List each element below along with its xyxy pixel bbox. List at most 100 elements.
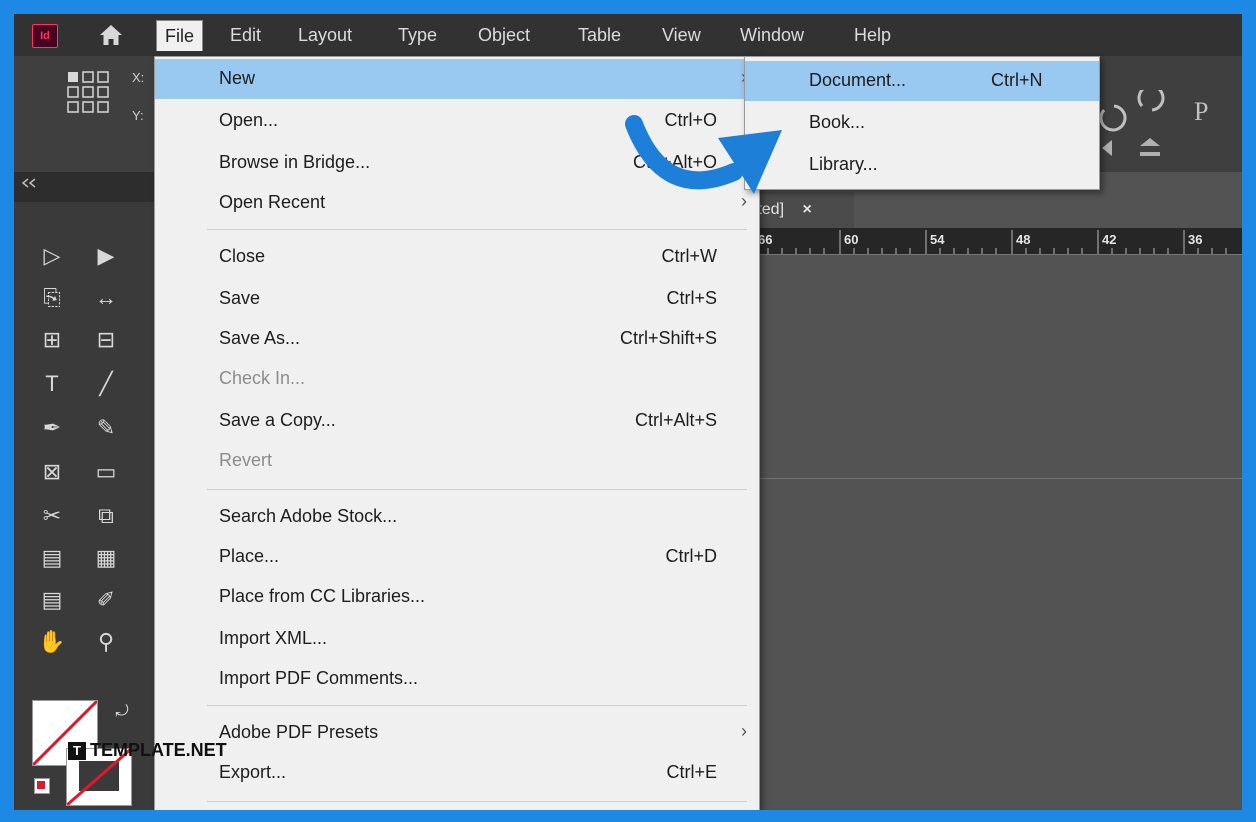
menu-item-shortcut: Ctrl+W [661, 246, 718, 266]
ruler-tick-label: 36 [1188, 232, 1203, 247]
menu-item-label: Export... [219, 762, 287, 782]
menu-item-place[interactable]: Place... Ctrl+D [155, 537, 759, 577]
menu-separator [207, 705, 747, 706]
menu-separator [207, 801, 747, 802]
menu-item-label: Open Recent [219, 192, 326, 212]
gap-tool-icon[interactable]: ↔ [90, 282, 122, 314]
page-tool-icon[interactable]: ⎘ [36, 282, 68, 314]
menu-item-check-in: Check In... [155, 359, 759, 399]
x-label: X: [132, 70, 145, 85]
rectangle-tool-icon[interactable]: ▭ [90, 456, 122, 488]
menu-item-shortcut: Ctrl+D [665, 546, 717, 566]
content-placer-icon[interactable]: ⊟ [90, 324, 122, 356]
menu-separator [207, 229, 747, 230]
menu-item-close[interactable]: Close Ctrl+W [155, 237, 759, 277]
submenu-arrow-icon: › [741, 721, 747, 741]
menu-object[interactable]: Object [470, 20, 538, 50]
watermark: T TEMPLATE.NET [68, 740, 227, 768]
scissors-tool-icon[interactable]: ✂ [36, 500, 68, 532]
reference-point-icon[interactable] [66, 70, 110, 114]
ruler-tick-label: 42 [1102, 232, 1117, 247]
submenu-item-label: Document... [809, 70, 907, 90]
submenu-item-label: Book... [809, 112, 866, 132]
menu-window[interactable]: Window [732, 20, 812, 50]
menu-item-label: Place from CC Libraries... [219, 586, 426, 606]
menu-item-label: Close [219, 246, 266, 266]
menu-item-save-as[interactable]: Save As... Ctrl+Shift+S [155, 319, 759, 359]
menu-item-label: Save [219, 288, 261, 308]
ruler-ticks [753, 230, 1227, 254]
menu-item-import-pdf-comments[interactable]: Import PDF Comments... [155, 659, 759, 699]
submenu-item-label: Library... [809, 154, 878, 174]
content-collector-icon[interactable]: ⊞ [36, 324, 68, 356]
menu-file[interactable]: File [156, 20, 204, 51]
zoom-tool-icon[interactable]: ⚲ [90, 626, 122, 658]
menu-item-place-from-cc-libraries[interactable]: Place from CC Libraries... [155, 577, 759, 617]
menu-item-label: Save a Copy... [219, 410, 336, 430]
svg-text:P: P [1194, 97, 1208, 126]
menu-item-label: Check In... [219, 368, 306, 388]
menu-item-label: Open... [219, 110, 279, 130]
menu-item-shortcut: Ctrl+S [666, 288, 717, 308]
menu-item-label: Browse in Bridge... [219, 152, 371, 172]
direct-selection-tool-icon[interactable]: ▶ [90, 240, 122, 272]
menu-item-label: Search Adobe Stock... [219, 506, 398, 526]
menu-view[interactable]: View [654, 20, 709, 50]
type-tool-icon[interactable]: T [36, 368, 68, 400]
submenu-item-shortcut: Ctrl+N [991, 70, 1043, 90]
tools-panel-header [14, 172, 154, 202]
indesign-logo: Id [32, 24, 58, 48]
default-colors-icon[interactable] [34, 778, 50, 794]
swap-colors-icon[interactable]: ⤾ [106, 696, 138, 728]
submenu-item-document[interactable]: Document... Ctrl+N [745, 61, 1099, 101]
menu-edit[interactable]: Edit [222, 20, 269, 50]
watermark-text: TEMPLATE.NET [90, 740, 227, 760]
home-icon[interactable] [98, 22, 124, 48]
hand-tool-icon[interactable]: ✋ [36, 626, 68, 658]
menu-item-new[interactable]: New › [155, 59, 759, 99]
menu-type[interactable]: Type [390, 20, 445, 50]
watermark-logo: T [68, 742, 86, 761]
menu-bar: Id File Edit Layout Type Object Table Vi… [14, 14, 1242, 56]
selection-tool-icon[interactable]: ▷ [36, 240, 68, 272]
pencil-tool-icon[interactable]: ✎ [90, 412, 122, 444]
curved-arrow-icon [625, 115, 782, 194]
menu-item-shortcut: Ctrl+E [666, 762, 717, 782]
line-tool-icon[interactable]: ╱ [90, 368, 122, 400]
menu-item-label: Place... [219, 546, 280, 566]
menu-item-search-adobe-stock[interactable]: Search Adobe Stock... [155, 497, 759, 537]
menu-item-save[interactable]: Save Ctrl+S [155, 279, 759, 319]
page-edge [744, 478, 1242, 479]
menu-help[interactable]: Help [846, 20, 899, 50]
menu-item-shortcut: Ctrl+Shift+S [619, 328, 717, 348]
menu-item-import-xml[interactable]: Import XML... [155, 619, 759, 659]
menu-item-label: Revert [219, 450, 273, 470]
rectangle-frame-tool-icon[interactable]: ⊠ [36, 456, 68, 488]
note-tool-icon[interactable]: ▤ [36, 584, 68, 616]
gradient-swatch-tool-icon[interactable]: ▤ [36, 542, 68, 574]
free-transform-tool-icon[interactable]: ⧉ [90, 500, 122, 532]
menu-item-label: Adobe PDF Presets [219, 722, 379, 742]
horizontal-ruler: 66 60 54 48 42 36 [744, 228, 1242, 255]
menu-item-save-a-copy[interactable]: Save a Copy... Ctrl+Alt+S [155, 401, 759, 441]
menu-item-label: Import XML... [219, 628, 328, 648]
ruler-tick-label: 66 [758, 232, 773, 247]
gradient-feather-tool-icon[interactable]: ▦ [90, 542, 122, 574]
app-window: Id File Edit Layout Type Object Table Vi… [14, 14, 1242, 810]
menu-item-label: Import PDF Comments... [219, 668, 419, 688]
ruler-tick-label: 54 [930, 232, 945, 247]
menu-item-label: New [219, 68, 256, 88]
pen-tool-icon[interactable]: ✒ [36, 412, 68, 444]
collapse-icon[interactable] [20, 178, 40, 188]
menu-item-export[interactable]: Export... Ctrl+E [155, 753, 759, 793]
y-label: Y: [132, 108, 144, 123]
menu-layout[interactable]: Layout [290, 20, 360, 50]
menu-item-adobe-pdf-presets[interactable]: Adobe PDF Presets › [155, 713, 759, 753]
menu-separator [207, 489, 747, 490]
ruler-tick-label: 60 [844, 232, 859, 247]
control-panel-right-icons: P [1099, 90, 1208, 156]
menu-table[interactable]: Table [570, 20, 629, 50]
menu-item-label: Save As... [219, 328, 301, 348]
menu-item-revert: Revert [155, 441, 759, 481]
eyedropper-tool-icon[interactable]: ✐ [90, 584, 122, 616]
